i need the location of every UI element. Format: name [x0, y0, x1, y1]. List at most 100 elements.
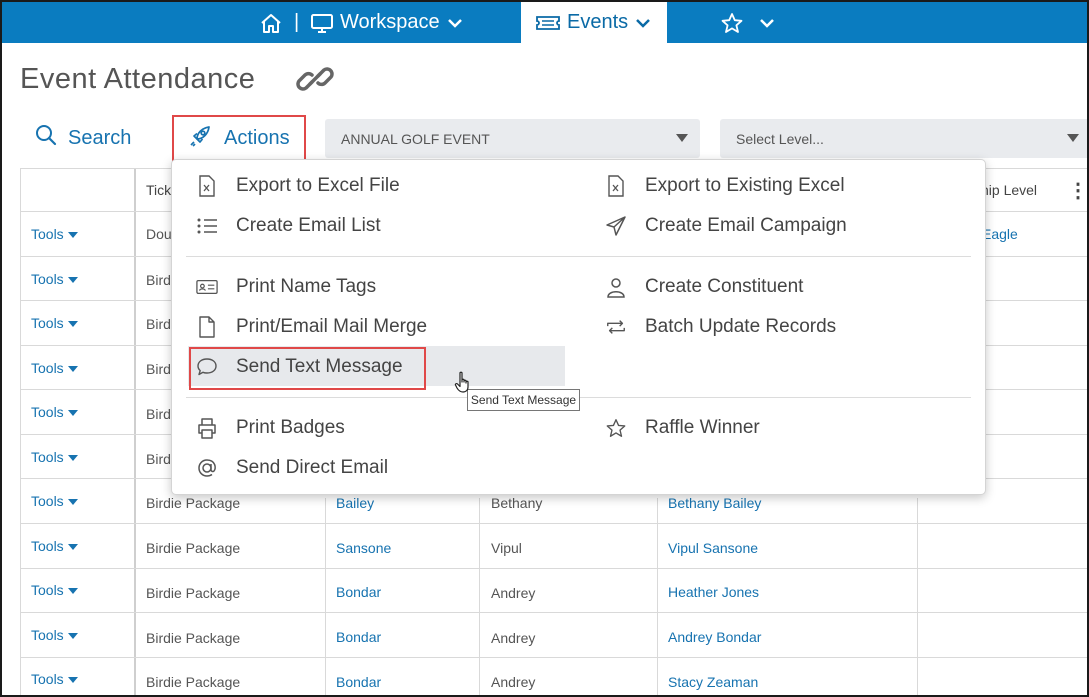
cell-ticket: Bird	[146, 272, 171, 288]
menu-item-print-badges[interactable]: Print Badges	[196, 413, 345, 443]
menu-item-raffle-winner[interactable]: Raffle Winner	[605, 413, 760, 443]
grid-line	[20, 568, 1087, 569]
cell-first-name: Andrey	[491, 585, 536, 601]
tools-dropdown[interactable]: Tools	[31, 315, 78, 331]
column-options-icon[interactable]: ⋮	[1068, 178, 1087, 203]
menu-item-batch-update[interactable]: Batch Update Records	[605, 312, 836, 342]
cell-attendee-name[interactable]: Vipul Sansone	[668, 540, 758, 556]
grid-line	[20, 523, 1087, 524]
tools-dropdown[interactable]: Tools	[31, 493, 78, 509]
tools-dropdown[interactable]: Tools	[31, 271, 78, 287]
menu-item-label: Export to Existing Excel	[645, 175, 845, 196]
grid-border	[20, 168, 21, 695]
tools-label: Tools	[31, 582, 64, 598]
caret-down-icon	[67, 320, 78, 327]
cell-ticket: Birdie Package	[146, 495, 241, 511]
cell-last-name[interactable]: Bondar	[336, 674, 381, 690]
event-select-value: ANNUAL GOLF EVENT	[341, 130, 490, 147]
menu-item-create-constituent[interactable]: Create Constituent	[605, 272, 803, 302]
menu-item-label: Create Constituent	[645, 276, 804, 297]
hand-cursor-icon	[454, 371, 474, 400]
cell-attendee-name[interactable]: Stacy Zeaman	[668, 674, 758, 690]
menu-item-create-email-list[interactable]: Create Email List	[196, 211, 381, 241]
tools-label: Tools	[31, 360, 64, 376]
level-select-placeholder: Select Level...	[736, 130, 824, 147]
tools-dropdown[interactable]: Tools	[31, 449, 78, 465]
caret-down-icon	[67, 409, 78, 416]
nav-events[interactable]: Events	[521, 2, 667, 43]
caret-down-icon	[1067, 134, 1079, 142]
tools-label: Tools	[31, 404, 64, 420]
level-select[interactable]: Select Level...	[720, 119, 1087, 158]
cell-ticket: Birdie Package	[146, 585, 241, 601]
document-icon	[196, 316, 218, 338]
annotation-highlight	[189, 347, 426, 390]
menu-item-create-email-campaign[interactable]: Create Email Campaign	[605, 211, 847, 241]
grid-line	[20, 657, 1087, 658]
tools-dropdown[interactable]: Tools	[31, 226, 78, 242]
caret-down-icon	[67, 276, 78, 283]
cell-last-name[interactable]: Sansone	[336, 540, 391, 556]
tools-dropdown[interactable]: Tools	[31, 538, 78, 554]
ticket-icon	[535, 13, 561, 33]
tools-dropdown[interactable]: Tools	[31, 627, 78, 643]
tools-dropdown[interactable]: Tools	[31, 404, 78, 420]
link-icon[interactable]	[296, 64, 334, 99]
tools-dropdown[interactable]: Tools	[31, 671, 78, 687]
excel-file-icon	[605, 175, 627, 197]
tools-dropdown[interactable]: Tools	[31, 360, 78, 376]
app-window: | Workspace Events Event Attendance Sear…	[0, 0, 1089, 697]
caret-down-icon	[67, 454, 78, 461]
grid-divider	[657, 498, 658, 695]
menu-item-label: Raffle Winner	[645, 417, 760, 438]
cell-attendee-name[interactable]: Bethany Bailey	[668, 495, 761, 511]
search-button[interactable]: Search	[34, 123, 131, 153]
chevron-down-icon	[446, 16, 464, 30]
cell-attendee-name[interactable]: Andrey Bondar	[668, 629, 761, 645]
nav-favorites[interactable]	[720, 2, 776, 43]
tools-label: Tools	[31, 671, 64, 687]
nav-workspace-label: Workspace	[340, 11, 440, 33]
tools-label: Tools	[31, 271, 64, 287]
tools-dropdown[interactable]: Tools	[31, 582, 78, 598]
cell-last-name[interactable]: Bailey	[336, 495, 374, 511]
actions-menu: Export to Excel File Export to Existing …	[171, 159, 986, 495]
cell-first-name: Bethany	[491, 495, 543, 511]
cell-last-name[interactable]: Bondar	[336, 629, 381, 645]
caret-down-icon	[67, 676, 78, 683]
tools-label: Tools	[31, 627, 64, 643]
paper-plane-icon	[605, 215, 627, 237]
menu-item-print-email-merge[interactable]: Print/Email Mail Merge	[196, 312, 427, 342]
caret-down-icon	[67, 498, 78, 505]
tools-label: Tools	[31, 449, 64, 465]
cell-ticket: Birdie Package	[146, 540, 241, 556]
caret-down-icon	[67, 231, 78, 238]
cell-ticket: Bird	[146, 451, 171, 467]
caret-down-icon	[67, 365, 78, 372]
menu-item-print-name-tags[interactable]: Print Name Tags	[196, 272, 376, 302]
printer-icon	[196, 417, 218, 439]
menu-item-export-excel[interactable]: Export to Excel File	[196, 171, 400, 201]
cell-ticket: Dou	[146, 226, 172, 242]
cell-level[interactable]: Eagle	[982, 226, 1018, 242]
event-select[interactable]: ANNUAL GOLF EVENT	[325, 119, 700, 158]
column-header-ticket[interactable]: Tick	[146, 182, 171, 198]
excel-file-icon	[196, 175, 218, 197]
actions-button[interactable]: Actions	[172, 115, 306, 162]
menu-item-export-existing[interactable]: Export to Existing Excel	[605, 171, 845, 201]
cell-ticket: Birdie Package	[146, 674, 241, 690]
top-nav-bar: | Workspace Events	[2, 2, 1087, 43]
id-card-icon	[196, 276, 218, 298]
grid-divider	[479, 498, 480, 695]
nav-workspace[interactable]: Workspace	[310, 2, 464, 43]
cell-first-name: Vipul	[491, 540, 522, 556]
list-icon	[196, 215, 218, 237]
actions-label: Actions	[224, 127, 290, 149]
tooltip: Send Text Message	[467, 389, 580, 411]
cell-last-name[interactable]: Bondar	[336, 584, 381, 600]
star-icon	[720, 12, 744, 34]
menu-item-label: Batch Update Records	[645, 316, 837, 337]
cell-attendee-name[interactable]: Heather Jones	[668, 584, 759, 600]
home-icon[interactable]	[259, 2, 283, 43]
menu-item-send-direct-email[interactable]: Send Direct Email	[196, 453, 388, 483]
